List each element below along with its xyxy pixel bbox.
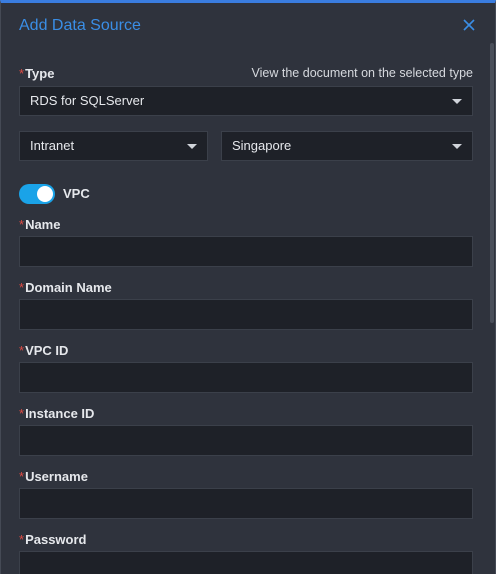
name-label: *Name — [19, 217, 61, 232]
network-select[interactable]: Intranet — [19, 131, 208, 161]
network-select-value: Intranet — [30, 138, 75, 153]
chevron-down-icon — [452, 144, 462, 149]
password-input[interactable] — [19, 551, 473, 574]
required-mark: * — [19, 406, 25, 421]
required-mark: * — [19, 532, 25, 547]
required-mark: * — [19, 66, 25, 81]
toggle-knob — [37, 186, 53, 202]
instance-id-label: *Instance ID — [19, 406, 95, 421]
username-input[interactable] — [19, 488, 473, 519]
username-label: *Username — [19, 469, 88, 484]
vpc-toggle-label: VPC — [63, 186, 90, 201]
type-select-value: RDS for SQLServer — [30, 93, 145, 108]
vpc-id-label: *VPC ID — [19, 343, 69, 358]
vpc-id-input[interactable] — [19, 362, 473, 393]
add-data-source-dialog: Add Data Source *Type View the document … — [0, 0, 496, 574]
required-mark: * — [19, 280, 25, 295]
required-mark: * — [19, 217, 25, 232]
scrollbar[interactable] — [490, 43, 494, 323]
type-label: *Type — [19, 66, 55, 81]
domain-name-label: *Domain Name — [19, 280, 112, 295]
type-select[interactable]: RDS for SQLServer — [19, 86, 473, 116]
region-select[interactable]: Singapore — [221, 131, 473, 161]
region-select-value: Singapore — [232, 138, 292, 153]
domain-name-input[interactable] — [19, 299, 473, 330]
dialog-header: Add Data Source — [19, 15, 477, 37]
close-icon[interactable] — [461, 17, 477, 33]
vpc-toggle[interactable] — [19, 184, 55, 204]
dialog-title: Add Data Source — [19, 17, 141, 34]
chevron-down-icon — [187, 144, 197, 149]
password-label: *Password — [19, 532, 87, 547]
required-mark: * — [19, 469, 25, 484]
name-input[interactable] — [19, 236, 473, 267]
chevron-down-icon — [452, 99, 462, 104]
view-document-link[interactable]: View the document on the selected type — [252, 66, 473, 80]
required-mark: * — [19, 343, 25, 358]
instance-id-input[interactable] — [19, 425, 473, 456]
